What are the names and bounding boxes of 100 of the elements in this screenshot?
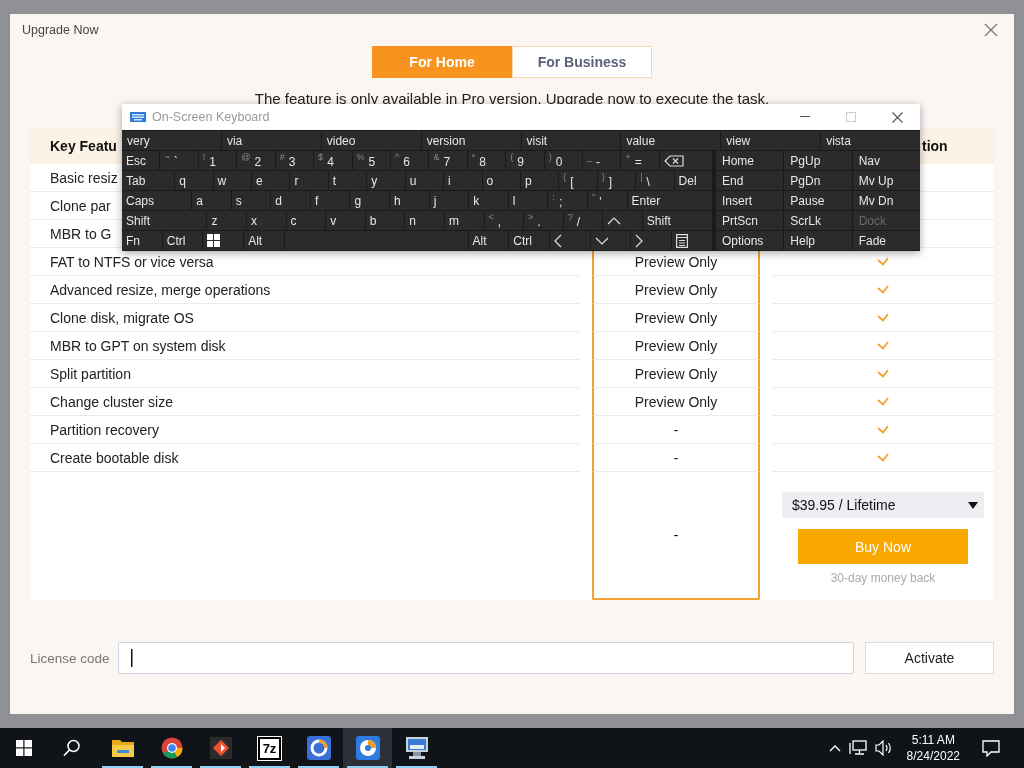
window-title: On-Screen Keyboard [152,110,270,124]
key[interactable]: PrtScn [716,211,784,230]
key[interactable]: l [508,191,548,210]
key[interactable]: Shift [122,211,207,230]
edition-tab[interactable]: For Business [512,46,652,78]
key[interactable]: h [390,191,429,210]
key[interactable]: Shift [642,211,712,230]
key[interactable]: a [192,191,231,210]
key[interactable]: Enter [627,191,712,210]
key[interactable]: ! 1 [198,151,237,170]
key[interactable]: : ; [548,191,587,210]
key[interactable]: q [175,171,213,190]
key[interactable]: j [429,191,469,210]
key[interactable]: $ 4 [314,151,352,170]
key[interactable]: o [482,171,520,190]
key[interactable]: Caps [122,191,192,210]
key[interactable]: ? / [563,211,603,230]
key[interactable]: Home [716,151,784,170]
key[interactable]: ~ ` [160,151,198,170]
notification-icon[interactable] [982,739,1000,757]
key[interactable]: Mv Up [852,171,920,190]
key[interactable]: % 5 [352,151,390,170]
word-suggestion[interactable]: very [122,131,221,150]
key[interactable]: Nav [852,151,920,170]
key[interactable]: " ' [587,191,627,210]
chevron-up-icon[interactable] [828,744,841,752]
key[interactable] [203,231,244,250]
key[interactable]: Pause [784,191,852,210]
key[interactable]: ScrLk [784,211,852,230]
key[interactable]: f [310,191,350,210]
word-suggestion[interactable]: video [321,131,421,150]
key[interactable]: d [271,191,310,210]
key[interactable]: ) 0 [544,151,583,170]
key[interactable]: Esc [122,151,160,170]
key[interactable]: > . [524,211,563,230]
key[interactable]: p [520,171,559,190]
menu-key-icon [676,233,689,248]
word-suggestion[interactable]: via [221,131,321,150]
key[interactable]: @ 2 [237,151,275,170]
key[interactable]: Options [716,231,784,250]
taskbar-button[interactable] [343,728,392,768]
key[interactable]: x [247,211,286,230]
key[interactable] [659,151,713,170]
key[interactable]: k [469,191,508,210]
key[interactable]: } ] [597,171,636,190]
network-icon[interactable] [848,740,867,756]
key[interactable]: { [ [559,171,597,190]
activate-button[interactable]: Activate [865,642,994,674]
key[interactable]: Fade [852,231,920,250]
key[interactable]: r [290,171,328,190]
key[interactable]: Help [784,231,852,250]
key[interactable]: Del [674,171,713,190]
speaker-icon[interactable] [874,740,893,756]
key[interactable]: Ctrl [162,231,203,250]
key[interactable]: ^ 6 [390,151,429,170]
price-dropdown[interactable]: $39.95 / Lifetime [782,492,984,518]
word-suggestion[interactable]: value [621,131,721,150]
key[interactable]: g [350,191,390,210]
word-suggestion[interactable]: view [721,131,821,150]
key[interactable]: PgUp [784,151,852,170]
key[interactable]: * 8 [467,151,506,170]
key[interactable]: PgDn [784,171,852,190]
key[interactable]: m [444,211,484,230]
key[interactable]: & 7 [429,151,467,170]
key[interactable]: Insert [716,191,784,210]
key[interactable]: e [251,171,290,190]
word-suggestion[interactable]: visit [521,131,621,150]
key[interactable]: b [365,211,405,230]
key[interactable]: | \ [636,171,674,190]
key[interactable]: Tab [122,171,175,190]
key[interactable]: t [328,171,367,190]
key[interactable]: Fn [122,231,162,250]
chevron-down-icon [594,236,609,245]
key[interactable]: i [444,171,482,190]
key[interactable]: _ - [583,151,621,170]
key[interactable]: z [207,211,247,230]
key[interactable]: n [405,211,444,230]
key[interactable]: w [213,171,251,190]
key[interactable]: Alt [468,231,509,250]
key[interactable]: End [716,171,784,190]
key[interactable]: < , [484,211,524,230]
key[interactable]: y [367,171,405,190]
word-suggestion[interactable]: vista [821,131,920,150]
key[interactable]: Mv Dn [852,191,920,210]
close-button[interactable] [984,23,998,37]
license-code-field[interactable] [118,642,854,674]
key[interactable]: ( 9 [506,151,544,170]
key[interactable] [672,231,712,250]
key[interactable]: u [405,171,444,190]
key[interactable]: c [286,211,326,230]
key[interactable]: Ctrl [509,231,549,250]
clock-button[interactable]: 5:11 AM 8/24/2022 [900,732,974,764]
key[interactable]: s [231,191,271,210]
key[interactable]: # 3 [275,151,314,170]
key[interactable]: v [326,211,365,230]
close-icon [984,23,998,37]
key[interactable]: Alt [244,231,284,250]
key[interactable]: + = [621,151,659,170]
taskbar-button[interactable]: 7z [245,728,294,768]
word-suggestion[interactable]: version [421,131,521,150]
